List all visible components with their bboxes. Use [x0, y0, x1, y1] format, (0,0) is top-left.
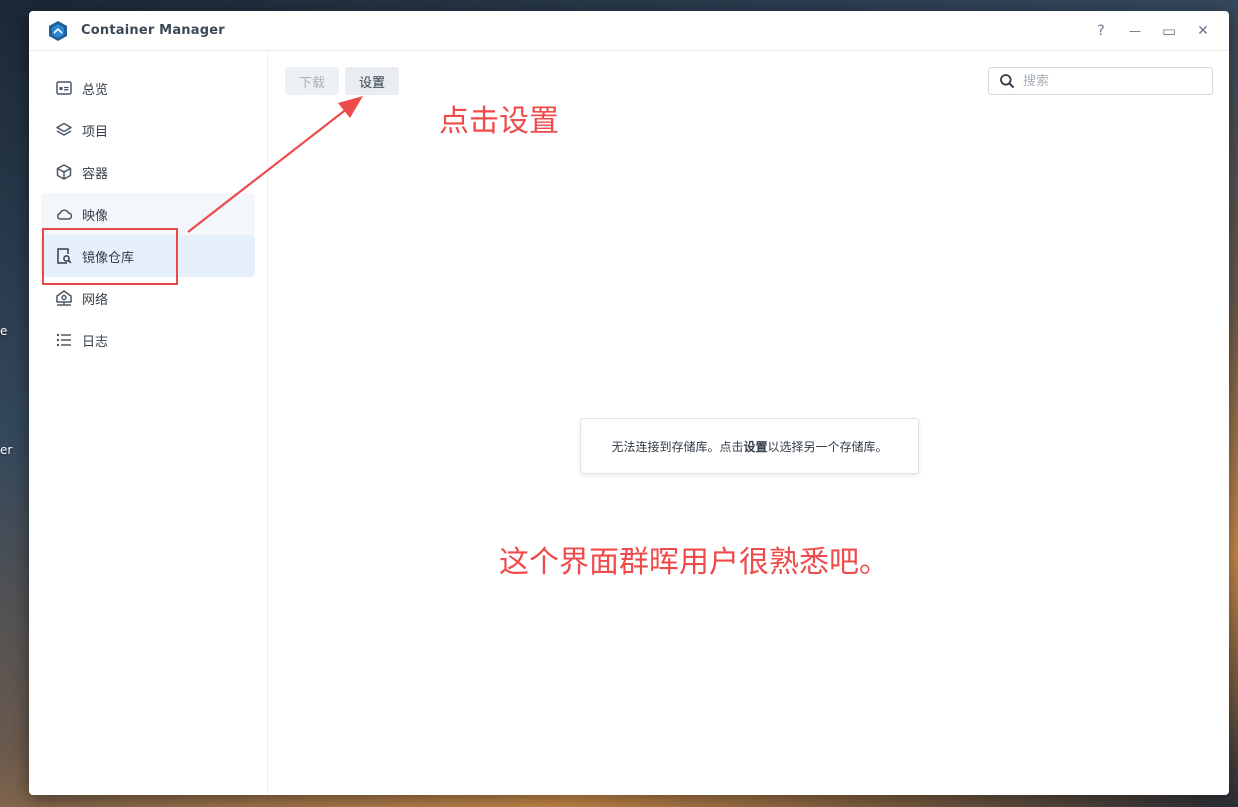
- minimize-icon[interactable]: —: [1123, 19, 1147, 43]
- sidebar-item-label: 项目: [82, 124, 109, 140]
- title-bar: Container Manager ? — ▭ ✕: [29, 11, 1229, 51]
- sidebar-item-images[interactable]: 映像: [41, 193, 255, 235]
- close-icon[interactable]: ✕: [1191, 19, 1215, 43]
- sidebar-item-label: 映像: [82, 208, 109, 224]
- annotation-caption: 这个界面群晖用户很熟悉吧。: [499, 545, 889, 580]
- search-box[interactable]: [988, 67, 1213, 95]
- message-settings-link: 设置: [743, 439, 768, 454]
- message-text: 无法连接到存储库。点击设置以选择另一个存储库。: [611, 438, 887, 455]
- cube-icon: [55, 163, 73, 181]
- desktop-text-fragment: er: [0, 443, 13, 457]
- sidebar-item-registry[interactable]: 镜像仓库: [41, 235, 255, 277]
- sidebar-item-label: 镜像仓库: [82, 250, 135, 266]
- message-text-part: 无法连接到存储库。点击: [611, 439, 744, 454]
- layers-icon: [55, 121, 73, 139]
- window-controls: ? — ▭ ✕: [1089, 19, 1215, 43]
- sidebar-item-containers[interactable]: 容器: [41, 151, 255, 193]
- sidebar-item-label: 总览: [82, 82, 109, 98]
- sidebar-item-label: 日志: [82, 334, 109, 350]
- connection-error-message: 无法连接到存储库。点击设置以选择另一个存储库。: [580, 418, 919, 474]
- search-input[interactable]: [1023, 73, 1193, 89]
- help-icon[interactable]: ?: [1089, 19, 1113, 43]
- sidebar-item-projects[interactable]: 项目: [41, 109, 255, 151]
- sidebar-item-network[interactable]: 网络: [41, 277, 255, 319]
- settings-button[interactable]: 设置: [345, 67, 400, 95]
- app-title: Container Manager: [81, 23, 225, 38]
- sidebar-item-label: 容器: [82, 166, 109, 182]
- cloud-icon: [55, 205, 73, 223]
- container-manager-logo-icon: [47, 20, 69, 42]
- maximize-icon[interactable]: ▭: [1157, 19, 1181, 43]
- sidebar-item-logs[interactable]: 日志: [41, 319, 255, 361]
- overview-icon: [55, 79, 73, 97]
- toolbar: 下载 设置: [285, 67, 400, 95]
- network-icon: [55, 289, 73, 307]
- list-icon: [55, 331, 73, 349]
- sidebar: 总览 项目 容器 映像 镜像仓库 网络 日志: [29, 51, 268, 795]
- search-icon: [999, 73, 1015, 89]
- app-window: Container Manager ? — ▭ ✕ 总览 项目 容器 映像 镜像…: [29, 11, 1229, 795]
- download-button[interactable]: 下载: [285, 67, 340, 95]
- desktop-text-fragment: e: [0, 324, 8, 338]
- annotation-click-settings: 点击设置: [439, 104, 559, 139]
- sidebar-item-overview[interactable]: 总览: [41, 67, 255, 109]
- message-text-part: 以选择另一个存储库。: [767, 439, 888, 454]
- sidebar-item-label: 网络: [82, 292, 109, 308]
- main-panel: 下载 设置 无法连接到存储库。点击设置以选择另一个存储库。: [269, 51, 1229, 795]
- registry-search-icon: [55, 247, 73, 265]
